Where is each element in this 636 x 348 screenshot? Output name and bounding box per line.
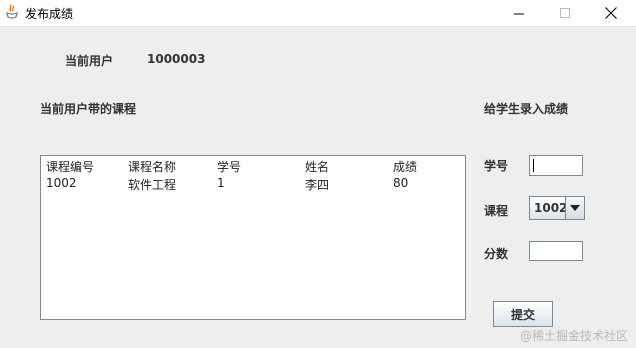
- table-cell: 80: [393, 176, 409, 190]
- table-header: 课程编号 课程名称 学号 姓名 成绩: [41, 158, 465, 174]
- current-user-value: 1000003: [147, 52, 206, 66]
- student-id-input[interactable]: [529, 155, 583, 176]
- window-title: 发布成绩: [25, 7, 74, 21]
- table-cell: 1: [217, 176, 225, 190]
- course-select-value: 1002: [534, 201, 568, 215]
- column-header-course-id[interactable]: 课程编号: [46, 158, 94, 175]
- maximize-button[interactable]: [542, 0, 588, 26]
- watermark: @稀土掘金技术社区: [519, 329, 628, 343]
- course-label: 课程: [484, 204, 509, 218]
- grade-form-title: 给学生录入成绩: [484, 102, 569, 116]
- dropdown-arrow-button[interactable]: [565, 197, 584, 219]
- score-label: 分数: [484, 247, 509, 261]
- courses-section-title: 当前用户带的课程: [40, 102, 137, 116]
- course-table[interactable]: 课程编号 课程名称 学号 姓名 成绩 1002 软件工程 1 李四 80: [40, 155, 466, 320]
- column-header-student-id[interactable]: 学号: [217, 158, 241, 175]
- java-app-icon: [5, 4, 19, 20]
- chevron-down-icon: [570, 205, 580, 211]
- course-select[interactable]: 1002: [529, 196, 585, 220]
- table-cell: 李四: [305, 178, 330, 192]
- score-input[interactable]: [529, 241, 583, 261]
- minimize-button[interactable]: [496, 0, 542, 26]
- minimize-icon: [513, 13, 524, 14]
- close-icon: [605, 7, 617, 19]
- table-row[interactable]: 1002 软件工程 1 李四 80: [41, 176, 465, 192]
- column-header-score[interactable]: 成绩: [393, 158, 417, 175]
- submit-button[interactable]: 提交: [493, 301, 553, 327]
- column-header-student-name[interactable]: 姓名: [305, 158, 329, 175]
- student-id-label: 学号: [484, 159, 509, 173]
- maximize-icon: [559, 7, 570, 18]
- title-bar: 发布成绩: [0, 0, 636, 27]
- text-caret: [533, 159, 534, 172]
- close-button[interactable]: [588, 0, 634, 26]
- column-header-course-name[interactable]: 课程名称: [128, 158, 176, 175]
- current-user-label: 当前用户: [65, 54, 114, 68]
- table-cell: 软件工程: [128, 178, 177, 192]
- table-cell: 1002: [46, 176, 77, 190]
